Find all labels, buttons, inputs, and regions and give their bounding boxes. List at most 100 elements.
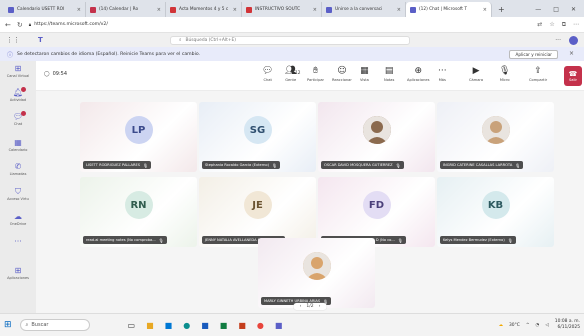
teams-logo-icon: T bbox=[38, 36, 43, 44]
leave-label: Salir bbox=[569, 78, 577, 82]
rail-item-bell[interactable]: 🔔︎ Actividad bbox=[0, 87, 36, 102]
toolbar-share-button[interactable]: ⇪ Compartir bbox=[529, 66, 547, 82]
clock[interactable]: 10:08 a. m. 6/11/2025 bbox=[555, 319, 580, 330]
toolbar-mic-button[interactable]: 🎙︎ Micro bbox=[499, 66, 510, 82]
participant-tile[interactable]: LP LISETT RODRIGUEZ PALLARES 🎙︎ bbox=[80, 102, 197, 172]
browser-tab[interactable]: Calendario USETT ROI × bbox=[4, 2, 86, 17]
calendar-icon: ▦ bbox=[14, 138, 22, 147]
participant-name: OSCAR DAVID MOSQUERA GUTIERREZ bbox=[324, 163, 393, 167]
rail-item-cloud[interactable]: ☁ OneDrive bbox=[0, 212, 36, 226]
participant-tile[interactable]: SG Stephania Rocaldo Garcia (Externo) 🎙︎ bbox=[199, 102, 316, 172]
taskbar-search[interactable]: ⌕ Buscar bbox=[19, 319, 90, 331]
rail-item-calendar[interactable]: ▦ Calendario bbox=[0, 138, 36, 152]
toolbar-camera-button[interactable]: ▶ Cámara bbox=[469, 66, 483, 82]
reload-icon[interactable]: ↻ bbox=[17, 21, 23, 29]
translate-icon[interactable]: ⇄ bbox=[537, 21, 542, 29]
minimize-icon[interactable]: — bbox=[535, 6, 541, 13]
tab-close-icon[interactable]: × bbox=[483, 7, 487, 13]
browser-tab[interactable]: INSTRUCTIVO SOUTC × bbox=[242, 2, 322, 17]
toolbar-label: Compartir bbox=[529, 78, 548, 82]
windows-start-icon[interactable]: ⊞ bbox=[4, 320, 12, 330]
tray-chevron-icon[interactable]: ^ bbox=[526, 323, 530, 328]
maximize-icon[interactable]: □ bbox=[553, 6, 559, 13]
toolbar-more-button[interactable]: ··· Más bbox=[438, 66, 447, 82]
rail-item-apps[interactable]: ⊞ Aplicaciones bbox=[0, 266, 36, 280]
toolbar-notes-button[interactable]: ▤ Notas bbox=[384, 66, 394, 82]
extensions-icon[interactable]: ⧉ bbox=[562, 21, 566, 29]
browser-tab[interactable]: (12) Chat | Microsoft T × bbox=[406, 2, 492, 17]
video-stage: LP LISETT RODRIGUEZ PALLARES 🎙︎ SG Stephania… bbox=[36, 91, 584, 313]
mic-icon: 🎙︎ bbox=[499, 66, 511, 76]
rail-item-chat[interactable]: 💬︎ Chat bbox=[0, 111, 36, 126]
participant-tile[interactable]: RN read.ai meeting notes (No comproba... 🎙… bbox=[80, 177, 197, 247]
browser-tab[interactable]: Unirse a la conversaci × bbox=[322, 2, 406, 17]
back-icon[interactable]: ← bbox=[5, 21, 11, 29]
rail-item-label: Canal Virtual bbox=[6, 74, 30, 78]
participant-avatar: FD bbox=[362, 191, 391, 219]
participant-tile[interactable]: MARLY GINNETH URBINA ARIAS 🎙︎ bbox=[258, 238, 375, 308]
participant-name-label: LISETT RODRIGUEZ PALLARES 🎙︎ bbox=[83, 161, 152, 169]
toolbar-people-button[interactable]: 👥︎ 12 Gente bbox=[285, 66, 300, 82]
participant-name-label: Stephania Rocaldo Garcia (Externo) 🎙︎ bbox=[202, 161, 281, 169]
participant-tile[interactable]: INGRID CATERINE CASALLAS LARROTA 🎙︎ bbox=[437, 102, 554, 172]
tab-label: (14) Calendar | Ro bbox=[99, 7, 139, 12]
rail-item-grid[interactable]: ⊞ Canal Virtual bbox=[0, 64, 36, 78]
browser-tab[interactable]: (14) Calendar | Ro × bbox=[86, 2, 166, 17]
more-button[interactable]: ··· bbox=[555, 37, 561, 44]
mic-muted-icon: 🎙︎ bbox=[395, 162, 401, 168]
participant-name-label: read.ai meeting notes (No comproba... 🎙︎ bbox=[83, 236, 167, 244]
tab-close-icon[interactable]: × bbox=[397, 7, 401, 13]
participant-tile[interactable]: OSCAR DAVID MOSQUERA GUTIERREZ 🎙︎ bbox=[318, 102, 435, 172]
toolbar-apps-button[interactable]: ⊕ Aplicaciones bbox=[407, 66, 429, 82]
chevron-left-icon[interactable]: ‹ bbox=[300, 304, 302, 309]
task-view-icon[interactable]: ▭ bbox=[128, 321, 136, 330]
folder-icon[interactable]: ■ bbox=[146, 321, 154, 330]
toolbar-smile-button[interactable]: ☺ Reaccionar bbox=[332, 66, 352, 82]
tab-close-icon[interactable]: × bbox=[157, 7, 161, 13]
chrome-icon[interactable]: ● bbox=[257, 321, 264, 330]
toolbar-label: Micro bbox=[499, 78, 510, 82]
tab-close-icon[interactable]: × bbox=[77, 7, 81, 13]
wifi-icon[interactable]: ◔ bbox=[536, 323, 540, 328]
avatar-initials: FD bbox=[368, 199, 385, 211]
search-input[interactable]: ⌕ Búsqueda (Ctrl+Alt+E) bbox=[170, 35, 410, 45]
tab-close-icon[interactable]: × bbox=[313, 7, 317, 13]
toolbar-hand-button[interactable]: ✋︎ Participar bbox=[307, 66, 324, 82]
participant-tile[interactable]: FDFireflies.ai Notetaker OSCAR D (No co.… bbox=[318, 177, 435, 247]
tab-label: Acta Momentos 4 y 5 c bbox=[179, 7, 229, 12]
store-icon[interactable]: ■ bbox=[165, 321, 173, 330]
powerpoint-icon[interactable]: ■ bbox=[238, 321, 246, 330]
rail-item-phone[interactable]: ✆ Llamadas bbox=[0, 162, 36, 176]
toolbar-label: Chat bbox=[263, 78, 272, 82]
close-icon[interactable]: × bbox=[569, 50, 574, 57]
star-icon[interactable]: ☆ bbox=[549, 21, 554, 29]
tab-favicon-icon bbox=[90, 6, 96, 13]
teams-taskbar-icon[interactable]: ■ bbox=[275, 321, 283, 330]
excel-icon[interactable]: ■ bbox=[220, 321, 228, 330]
app-grid-icon[interactable]: ⋮⋮ bbox=[6, 36, 20, 44]
rail-item-more[interactable]: ··· bbox=[0, 237, 36, 246]
meeting-timer: ◯ 09:54 bbox=[44, 71, 67, 77]
grid-icon: ⊞ bbox=[14, 64, 22, 73]
profile-avatar[interactable] bbox=[569, 35, 578, 45]
toolbar-view-button[interactable]: ▦ Vista bbox=[360, 66, 369, 82]
toolbar-chat-button[interactable]: 💬︎ Chat bbox=[262, 66, 273, 82]
rail-item-shield[interactable]: ⛉ Acceso Virtu bbox=[0, 187, 36, 201]
participant-tile[interactable]: JEJENNY NATALIA AVELLANEDA ESCUD...🎙︎ bbox=[199, 177, 316, 247]
chevron-right-icon[interactable]: › bbox=[319, 304, 321, 309]
taskbar-search-label: Buscar bbox=[31, 322, 49, 328]
word-icon[interactable]: ■ bbox=[201, 321, 209, 330]
settings-icon[interactable]: ⋯ bbox=[573, 21, 579, 29]
apply-restart-button[interactable]: Aplicar y reiniciar bbox=[509, 49, 558, 59]
participant-tile[interactable]: KB Kelys Mendez Bermudez (Externo) 🎙︎ bbox=[437, 177, 554, 247]
leave-button[interactable]: ☎ Salir bbox=[564, 66, 582, 86]
volume-icon[interactable]: ◁ bbox=[545, 323, 548, 328]
new-tab-icon[interactable]: + bbox=[492, 2, 511, 17]
tab-favicon-icon bbox=[170, 6, 176, 13]
close-window-icon[interactable]: ✕ bbox=[571, 6, 576, 13]
edge-icon[interactable]: ● bbox=[183, 321, 190, 330]
tab-close-icon[interactable]: × bbox=[233, 7, 237, 13]
browser-tab[interactable]: Acta Momentos 4 y 5 c × bbox=[166, 2, 242, 17]
shield-icon: ⛉ bbox=[15, 187, 21, 196]
url-field[interactable]: 🔒︎ https://teams.microsoft.com/v2/ bbox=[29, 22, 532, 28]
